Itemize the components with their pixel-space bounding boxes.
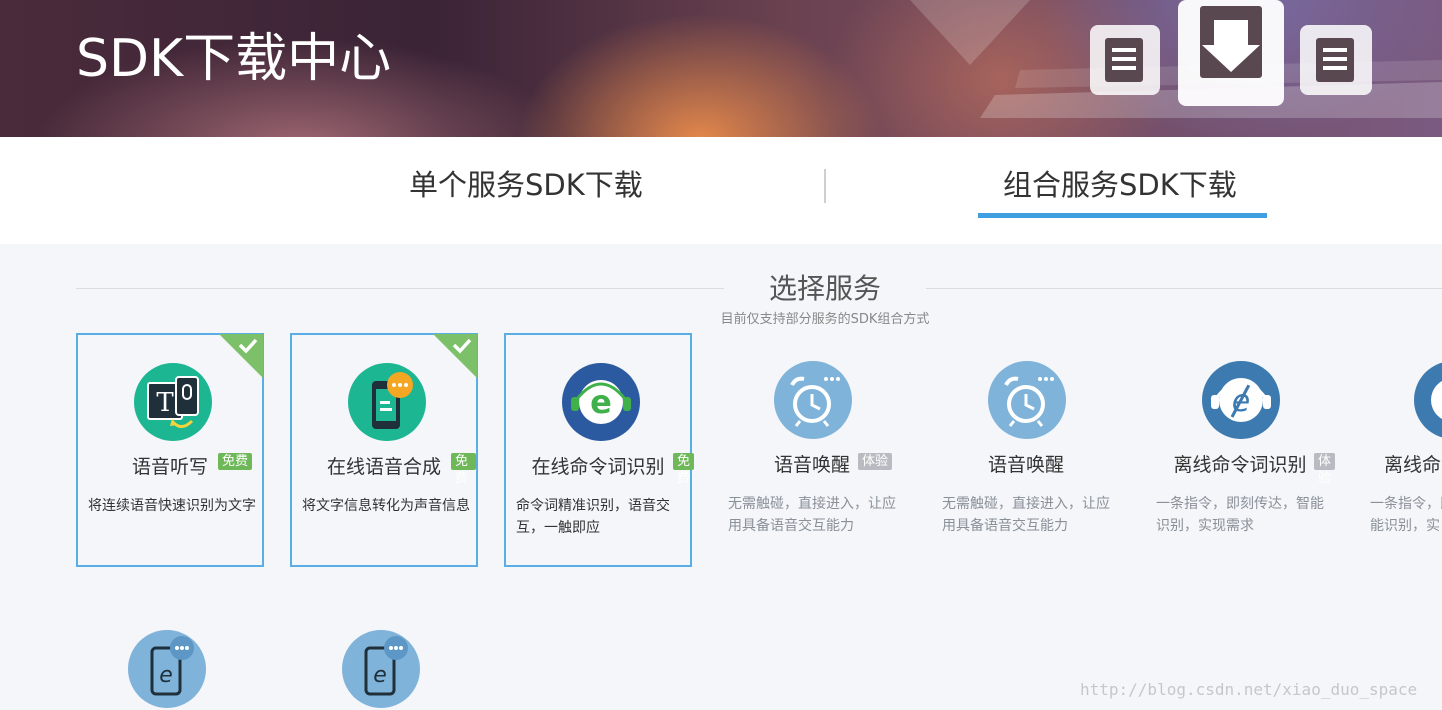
service-name-row: 在线命令词识别	[506, 453, 690, 481]
service-description: 无需触碰，直接进入，让应用具备语音交互能力	[942, 496, 1110, 534]
service-description: 将连续语音快速识别为文字	[88, 498, 256, 514]
offline-command-icon	[1414, 362, 1442, 438]
service-name: 在线语音合成	[326, 456, 441, 478]
service-description: 一条指令，即刻传达，智能识别，实	[1370, 496, 1442, 534]
tab-divider	[824, 169, 826, 203]
mobile-command-icon: e	[128, 630, 206, 708]
svg-text:e: e	[590, 383, 612, 421]
service-name: 在线命令词识别	[531, 456, 665, 478]
voice-wakeup-icon	[988, 361, 1066, 439]
service-name: 离线命令词识别	[1173, 454, 1307, 476]
service-name: 离线命令	[1384, 454, 1442, 476]
service-name: 语音听写	[131, 456, 208, 478]
service-card-offline-command-2[interactable]: 离线命令 一条指令，即刻传达，智能识别，实	[1360, 333, 1442, 567]
section-divider-right	[926, 288, 1442, 289]
mobile-command-icon: e	[342, 630, 420, 708]
svg-text:e: e	[373, 663, 387, 688]
service-card-row2-1[interactable]: e	[76, 630, 264, 710]
tab-combined-service-sdk[interactable]: 组合服务SDK下载	[1003, 163, 1237, 207]
trial-badge: 体验	[1314, 453, 1336, 486]
free-badge: 免费	[673, 453, 695, 486]
service-card-voice-wakeup[interactable]: 语音唤醒 体验 无需触碰，直接进入，让应用具备语音交互能力	[718, 333, 906, 567]
watermark-text: http://blog.csdn.net/xiao_duo_space	[1080, 680, 1418, 699]
voice-wakeup-icon	[774, 361, 852, 439]
service-card-speech-dictation[interactable]: T 语音听写 免费 将连续语音快速识别为文字	[76, 333, 264, 567]
service-name-row: 语音唤醒	[932, 451, 1120, 479]
free-badge: 免费	[451, 453, 476, 486]
service-description: 将文字信息转化为声音信息	[302, 498, 470, 514]
header-banner: SDK下载中心	[0, 0, 1442, 137]
service-name: 语音唤醒	[987, 454, 1064, 476]
tab-single-service-sdk[interactable]: 单个服务SDK下载	[409, 163, 643, 207]
service-description: 无需触碰，直接进入，让应用具备语音交互能力	[728, 496, 896, 534]
section-subtitle: 目前仅支持部分服务的SDK组合方式	[720, 312, 930, 327]
service-name: 语音唤醒	[773, 454, 850, 476]
command-recognition-icon: e	[562, 363, 640, 441]
offline-command-icon: e	[1202, 361, 1280, 439]
checkmark-corner-icon	[219, 334, 263, 378]
service-description: 一条指令，即刻传达，智能识别，实现需求	[1156, 496, 1324, 534]
svg-text:e: e	[159, 663, 173, 688]
speech-dictation-icon: T	[134, 363, 212, 441]
download-illustration-icon	[910, 0, 1442, 118]
service-card-speech-synthesis[interactable]: 在线语音合成 免费 将文字信息转化为声音信息	[290, 333, 478, 567]
svg-text:T: T	[156, 388, 174, 418]
service-card-voice-wakeup-2[interactable]: 语音唤醒 无需触碰，直接进入，让应用具备语音交互能力	[932, 333, 1120, 567]
service-name-row: 离线命令	[1384, 451, 1442, 479]
trial-badge: 体验	[858, 453, 893, 470]
section-title: 选择服务	[768, 272, 881, 305]
service-card-row2-2[interactable]: e	[290, 630, 478, 710]
tab-bar: 单个服务SDK下载 组合服务SDK下载	[0, 137, 1442, 244]
speech-synthesis-icon	[348, 363, 426, 441]
service-name-row: 离线命令词识别	[1146, 451, 1334, 479]
page-title: SDK下载中心	[76, 29, 392, 89]
section-divider-left	[76, 288, 724, 289]
service-description: 命令词精准识别，语音交互，一触即应	[516, 498, 670, 536]
free-badge: 免费	[218, 453, 253, 470]
checkmark-corner-icon	[433, 334, 477, 378]
active-tab-indicator	[978, 213, 1267, 218]
service-card-command-recognition[interactable]: e 在线命令词识别 免费 命令词精准识别，语音交互，一触即应	[504, 333, 695, 567]
service-card-offline-command[interactable]: e 离线命令词识别 体验 一条指令，即刻传达，智能识别，实现需求	[1146, 333, 1336, 567]
service-name-row: 在线语音合成	[292, 453, 476, 481]
